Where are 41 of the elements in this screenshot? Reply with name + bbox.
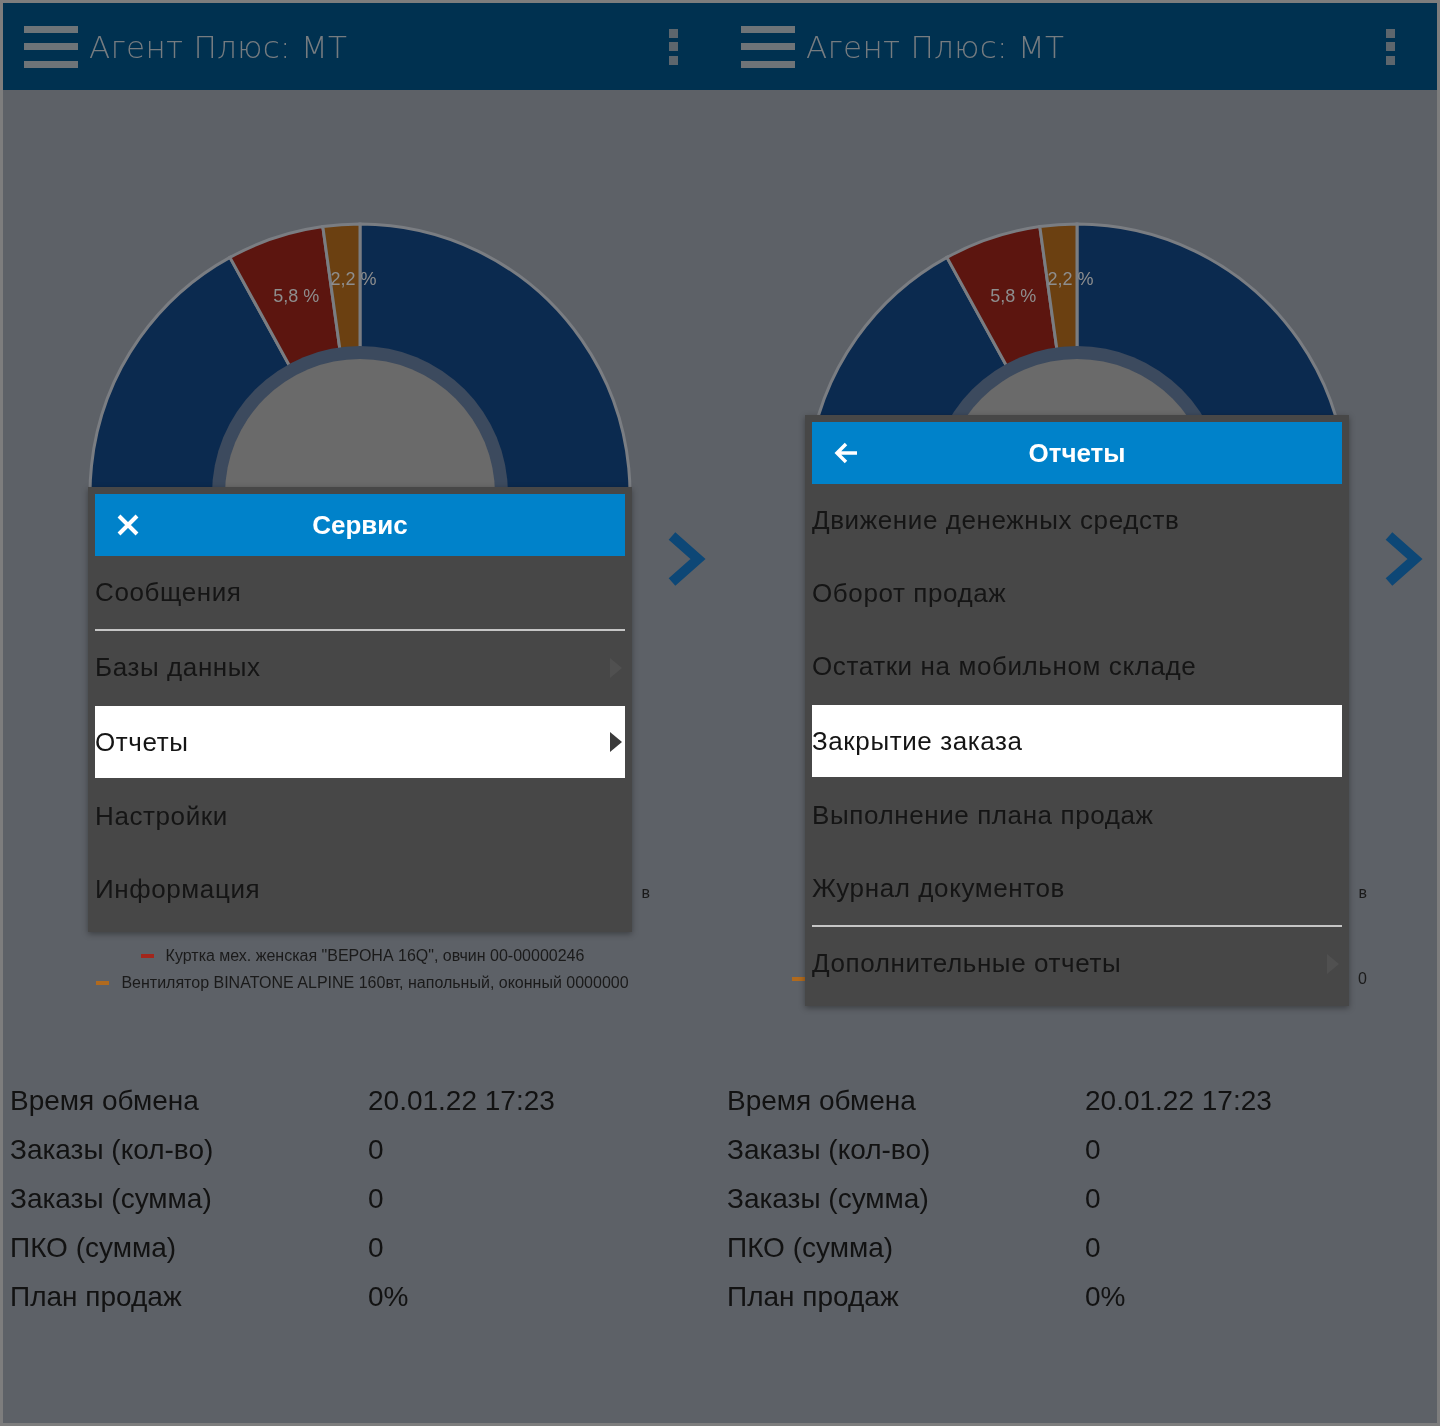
chevron-right-icon[interactable]	[668, 530, 706, 588]
stat-label: Заказы (сумма)	[727, 1182, 930, 1215]
stat-value: 0%	[368, 1280, 409, 1313]
back-arrow-icon[interactable]	[833, 441, 859, 465]
stat-label: ПКО (сумма)	[10, 1231, 178, 1264]
stat-label: ПКО (сумма)	[727, 1231, 895, 1264]
legend-text: в	[1358, 884, 1367, 902]
close-icon[interactable]	[116, 513, 140, 537]
stat-label: Время обмена	[10, 1084, 200, 1117]
app-title: Агент Плюс: МТ	[89, 28, 349, 65]
value-label: 5,8 %	[273, 286, 320, 307]
menu-item[interactable]: Отчеты	[95, 706, 625, 778]
stat-label: Заказы (кол-во)	[10, 1133, 215, 1166]
menu-item[interactable]: Закрытие заказа	[812, 705, 1342, 777]
stat-value: 0	[1085, 1231, 1101, 1264]
dialog-title: Сервис	[312, 509, 408, 541]
stat-value: 20.01.22 17:23	[368, 1084, 555, 1117]
stat-value: 20.01.22 17:23	[1085, 1084, 1272, 1117]
stat-label: Время обмена	[727, 1084, 917, 1117]
stat-value: 0	[368, 1231, 384, 1264]
stat-value: 0	[1085, 1182, 1101, 1215]
dialog-title: Отчеты	[1028, 437, 1126, 469]
stat-label: План продаж	[10, 1280, 183, 1313]
more-icon[interactable]	[669, 28, 678, 65]
stat-label: План продаж	[727, 1280, 900, 1313]
stat-value: 0	[368, 1182, 384, 1215]
menu-icon[interactable]	[741, 25, 795, 68]
stat-label: Заказы (кол-во)	[727, 1133, 932, 1166]
app-title: Агент Плюс: МТ	[806, 28, 1066, 65]
value-label: 5,8 %	[990, 286, 1037, 307]
stat-value: 0	[368, 1133, 384, 1166]
menu-icon[interactable]	[24, 25, 78, 68]
legend-text: Куртка мех. женская "ВЕРОНА 16Q", овчин 00-00000246	[165, 947, 585, 965]
more-icon[interactable]	[1386, 28, 1395, 65]
legend-text: 0	[1358, 969, 1367, 988]
legend-text: Вентилятор BINATONE ALPINE 160вт, напольный, оконный 0000000	[121, 974, 629, 992]
chevron-right-icon[interactable]	[1385, 530, 1423, 588]
stat-value: 0%	[1085, 1280, 1126, 1313]
legend-text: в	[641, 884, 650, 902]
stat-value: 0	[1085, 1133, 1101, 1166]
stat-label: Заказы (сумма)	[10, 1182, 213, 1215]
